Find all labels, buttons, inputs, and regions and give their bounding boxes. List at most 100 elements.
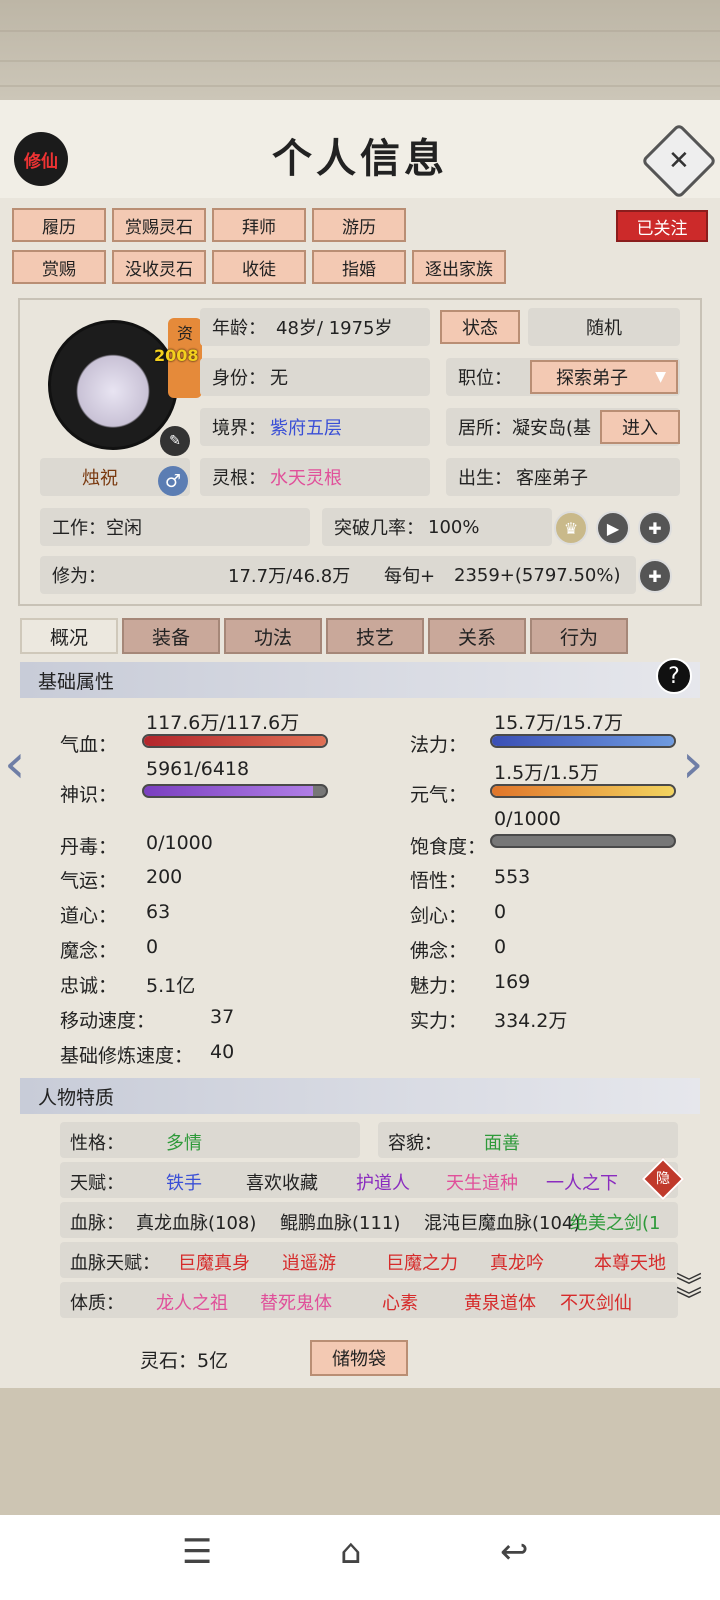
stat-label: 基础修炼速度： (60, 1045, 194, 1067)
physique-item: 龙人之祖 (156, 1293, 228, 1314)
fali-bar (490, 734, 676, 748)
personality-row: 性格： 多情 (60, 1122, 360, 1158)
tab-behavior[interactable]: 行为 (530, 618, 628, 654)
talent-item: 天生道种 (446, 1173, 518, 1194)
tab-relations[interactable]: 关系 (428, 618, 526, 654)
blood-talent-row: 血脉天赋： 巨魔真身 逍遥游 巨魔之力 真龙吟 本尊天地 (60, 1242, 678, 1278)
stat-label: 魔念： (60, 940, 118, 962)
physique-item: 不灭剑仙 (560, 1293, 632, 1314)
stat-label: 实力： (410, 1010, 468, 1032)
physique-item: 替死鬼体 (260, 1293, 332, 1314)
stat-value: 0 (146, 936, 159, 958)
aptitude-value: 2008 (154, 346, 199, 365)
stat-value: 200 (146, 866, 183, 888)
talent-row: 天赋： 铁手 喜欢收藏 护道人 天生道种 一人之下 (60, 1162, 678, 1198)
physique-row: 体质： 龙人之祖 替死鬼体 心素 黄泉道体 不灭剑仙 (60, 1282, 678, 1318)
work-field: 工作： 空闲 (40, 508, 310, 546)
follow-badge[interactable]: 已关注 (616, 210, 708, 242)
tab-overview[interactable]: 概况 (20, 618, 118, 654)
reward-button[interactable]: 赏赐 (12, 250, 106, 284)
stat-value: 63 (146, 901, 171, 923)
home-icon[interactable]: ⌂ (340, 1532, 362, 1572)
stat-value: 0 (494, 901, 507, 923)
talent-item: 铁手 (166, 1173, 202, 1194)
shenshi-label: 神识： (60, 784, 118, 806)
root-field: 灵根： 水天灵根 (200, 458, 430, 496)
edit-icon[interactable]: ✎ (160, 426, 190, 456)
bottom-decoration (0, 1388, 720, 1515)
blood-talent-item: 真龙吟 (490, 1253, 544, 1274)
qixue-bar (142, 734, 328, 748)
identity-field: 身份：无 (200, 358, 430, 396)
physique-item: 黄泉道体 (464, 1293, 536, 1314)
stat-value: 169 (494, 971, 531, 993)
bloodline-item: 鲲鹏血脉(111) (280, 1213, 401, 1234)
stat-label: 魅力： (410, 975, 468, 997)
cultivation-field: 修为： 17.7万/46.8万 每旬+ 2359+(5797.50%) (40, 556, 636, 594)
expel-button[interactable]: 逐出家族 (412, 250, 506, 284)
blood-talent-item: 巨魔之力 (386, 1253, 458, 1274)
chevron-down-icon: ▼ (655, 369, 666, 385)
breakthrough-icon[interactable]: ♛ (554, 511, 588, 545)
marriage-button[interactable]: 指婚 (312, 250, 406, 284)
blood-talent-item: 逍遥游 (282, 1253, 336, 1274)
menu-icon[interactable]: ☰ (182, 1532, 212, 1572)
baoshi-label: 饱食度： (410, 836, 487, 858)
talent-item: 喜欢收藏 (246, 1173, 318, 1194)
shenshi-value: 5961/6418 (146, 758, 250, 780)
take-disciple-button[interactable]: 收徒 (212, 250, 306, 284)
stat-label: 丹毒： (60, 836, 118, 858)
baoshi-value: 0/1000 (494, 808, 561, 830)
traits-header: 人物特质 (20, 1078, 700, 1114)
close-icon: ✕ (668, 145, 690, 176)
shenshi-bar (142, 784, 328, 798)
talent-item: 一人之下 (546, 1173, 618, 1194)
stat-label: 道心： (60, 905, 118, 927)
play-icon[interactable]: ▶ (596, 511, 630, 545)
bloodline-item: 绝美之剑(1 (570, 1213, 661, 1234)
plus-icon[interactable]: ✚ (638, 511, 672, 545)
travel-button[interactable]: 游历 (312, 208, 406, 242)
next-arrow-icon[interactable]: › (682, 732, 704, 795)
stat-value: 0/1000 (146, 832, 213, 854)
tab-equipment[interactable]: 装备 (122, 618, 220, 654)
stat-value: 37 (210, 1006, 235, 1028)
fali-value: 15.7万/15.7万 (494, 712, 624, 734)
blood-talent-item: 本尊天地 (594, 1253, 666, 1274)
baoshi-bar (490, 834, 676, 848)
apprentice-button[interactable]: 拜师 (212, 208, 306, 242)
breakthrough-field: 突破几率： 100% (322, 508, 552, 546)
confiscate-stone-button[interactable]: 没收灵石 (112, 250, 206, 284)
talent-item: 护道人 (356, 1173, 410, 1194)
stat-label: 剑心： (410, 905, 468, 927)
tab-skills[interactable]: 功法 (224, 618, 322, 654)
expand-chevron-icon[interactable]: ︾ ︾ (676, 1274, 702, 1314)
avatar[interactable] (48, 320, 178, 450)
tab-crafts[interactable]: 技艺 (326, 618, 424, 654)
bloodline-row: 血脉： 真龙血脉(108) 鲲鹏血脉(111) 混沌巨魔血脉(104) 绝美之剑… (60, 1202, 678, 1238)
random-button[interactable]: 随机 (528, 308, 680, 346)
position-select[interactable]: 探索弟子 ▼ (530, 360, 678, 394)
yuanqi-bar (490, 784, 676, 798)
physique-item: 心素 (382, 1293, 418, 1314)
resume-button[interactable]: 履历 (12, 208, 106, 242)
yuanqi-value: 1.5万/1.5万 (494, 762, 599, 784)
realm-field: 境界： 紫府五层 (200, 408, 430, 446)
reward-stone-button[interactable]: 赏赐灵石 (112, 208, 206, 242)
stat-label: 悟性： (410, 870, 468, 892)
blood-talent-item: 巨魔真身 (178, 1253, 250, 1274)
bloodline-item: 真龙血脉(108) (136, 1213, 257, 1234)
back-icon[interactable]: ↩ (500, 1532, 529, 1572)
status-button[interactable]: 状态 (440, 310, 520, 344)
prev-arrow-icon[interactable]: ‹ (4, 732, 26, 795)
stat-value: 553 (494, 866, 531, 888)
top-decoration (0, 0, 720, 100)
page-title: 个人信息 (272, 135, 448, 182)
stat-value: 334.2万 (494, 1010, 568, 1032)
male-icon: ♂ (158, 466, 188, 496)
cultivation-plus-icon[interactable]: ✚ (638, 559, 672, 593)
storage-bag-button[interactable]: 储物袋 (310, 1340, 408, 1376)
stat-value: 0 (494, 936, 507, 958)
help-icon[interactable]: ? (656, 658, 692, 694)
enter-button[interactable]: 进入 (600, 410, 680, 444)
